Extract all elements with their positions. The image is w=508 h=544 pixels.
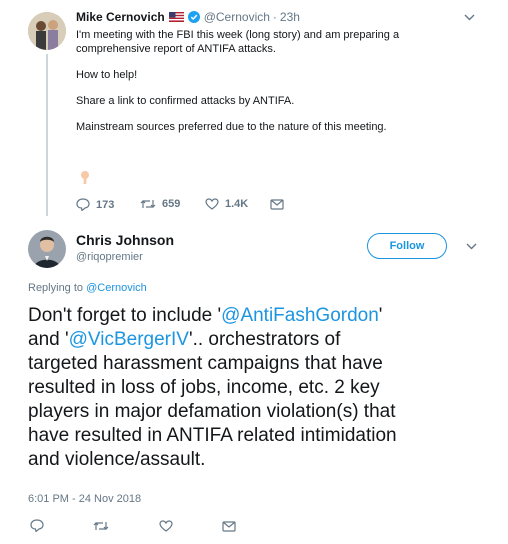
emoji-icon — [80, 170, 90, 184]
tweet2-author: Chris Johnson @riqopremier — [76, 232, 174, 263]
tweet1-line: Mainstream sources preferred due to the … — [76, 121, 387, 133]
reply-icon — [76, 198, 90, 211]
us-flag-icon — [168, 12, 184, 22]
mike-avatar[interactable] — [28, 12, 66, 50]
mention-antifashgordon-link[interactable]: @AntiFashGordon — [221, 305, 379, 326]
tweet2-line: and '@VicBergerIV'.. orchestrators of — [28, 328, 498, 352]
tweet1-line: comprehensive report of ANTIFA attacks. — [76, 43, 276, 55]
chris-avatar[interactable] — [28, 230, 66, 268]
tweet2-line: have resulted in ANTIFA related intimida… — [28, 425, 397, 446]
thread-line — [46, 54, 48, 216]
tweet2-line: targeted harassment campaigns that have — [28, 353, 383, 374]
tweet2-line: resulted in loss of jobs, income, etc. 2… — [28, 377, 380, 398]
tweet1-author-name[interactable]: Mike Cernovich — [76, 10, 165, 24]
tweet2-text-part: '.. orchestrators of — [188, 329, 341, 350]
tweet1-dot: · — [272, 10, 277, 24]
tweet1-line: How to help! — [76, 69, 138, 81]
tweet1-header: Mike Cernovich @Cernovich · 23h — [76, 10, 300, 24]
tweet1-handle[interactable]: @Cernovich — [204, 10, 270, 24]
replying-to: Replying to @Cernovich — [28, 282, 147, 294]
chevron-down-icon[interactable] — [464, 14, 475, 21]
tweet1-line: Share a link to confirmed attacks by ANT… — [76, 95, 295, 107]
tweet2-line: players in major defamation violation(s)… — [28, 401, 396, 422]
replying-prefix: Replying to — [28, 282, 84, 294]
tweet2-text: Don't forget to include '@AntiFashGordon… — [28, 304, 498, 472]
tweet2-author-name[interactable]: Chris Johnson — [76, 232, 174, 248]
tweet1-retweet-button[interactable]: 659 — [140, 198, 180, 210]
tweet1-line: I'm meeting with the FBI this week (long… — [76, 29, 400, 41]
tweet1-reply-count: 173 — [96, 198, 115, 211]
follow-button-label: Follow — [389, 240, 425, 252]
tweet2-text-part: Don't forget to include ' — [28, 305, 222, 326]
retweet-icon[interactable] — [93, 520, 109, 532]
reply-icon[interactable] — [30, 519, 44, 532]
tweet2-line: and violence/assault. — [28, 449, 206, 470]
verified-icon — [187, 11, 200, 23]
tweet1-reply-button[interactable]: 173 — [76, 198, 114, 211]
retweet-icon — [140, 198, 156, 210]
tweet2-handle[interactable]: @riqopremier — [76, 251, 174, 263]
follow-button[interactable]: Follow — [367, 233, 447, 259]
tweet2-text-part: and ' — [28, 329, 69, 350]
tweet1-text: I'm meeting with the FBI this week (long… — [76, 28, 496, 134]
tweet2-line: Don't forget to include '@AntiFashGordon… — [28, 304, 498, 328]
tweet2-timestamp[interactable]: 6:01 PM - 24 Nov 2018 — [28, 493, 141, 505]
tweet1-time[interactable]: 23h — [280, 10, 300, 24]
message-icon[interactable] — [270, 199, 284, 210]
chevron-down-icon[interactable] — [466, 243, 477, 250]
message-icon[interactable] — [222, 521, 236, 532]
like-icon[interactable] — [159, 520, 173, 532]
like-icon — [205, 198, 219, 210]
mention-vicbergeriv-link[interactable]: @VicBergerIV — [69, 329, 189, 350]
tweet2-text-part: ' — [378, 305, 383, 326]
tweet1-like-count: 1.4K — [225, 198, 249, 210]
replying-handle-link[interactable]: @Cernovich — [86, 282, 147, 294]
tweet1-like-button[interactable]: 1.4K — [205, 198, 248, 210]
tweet1-retweet-count: 659 — [162, 198, 181, 210]
